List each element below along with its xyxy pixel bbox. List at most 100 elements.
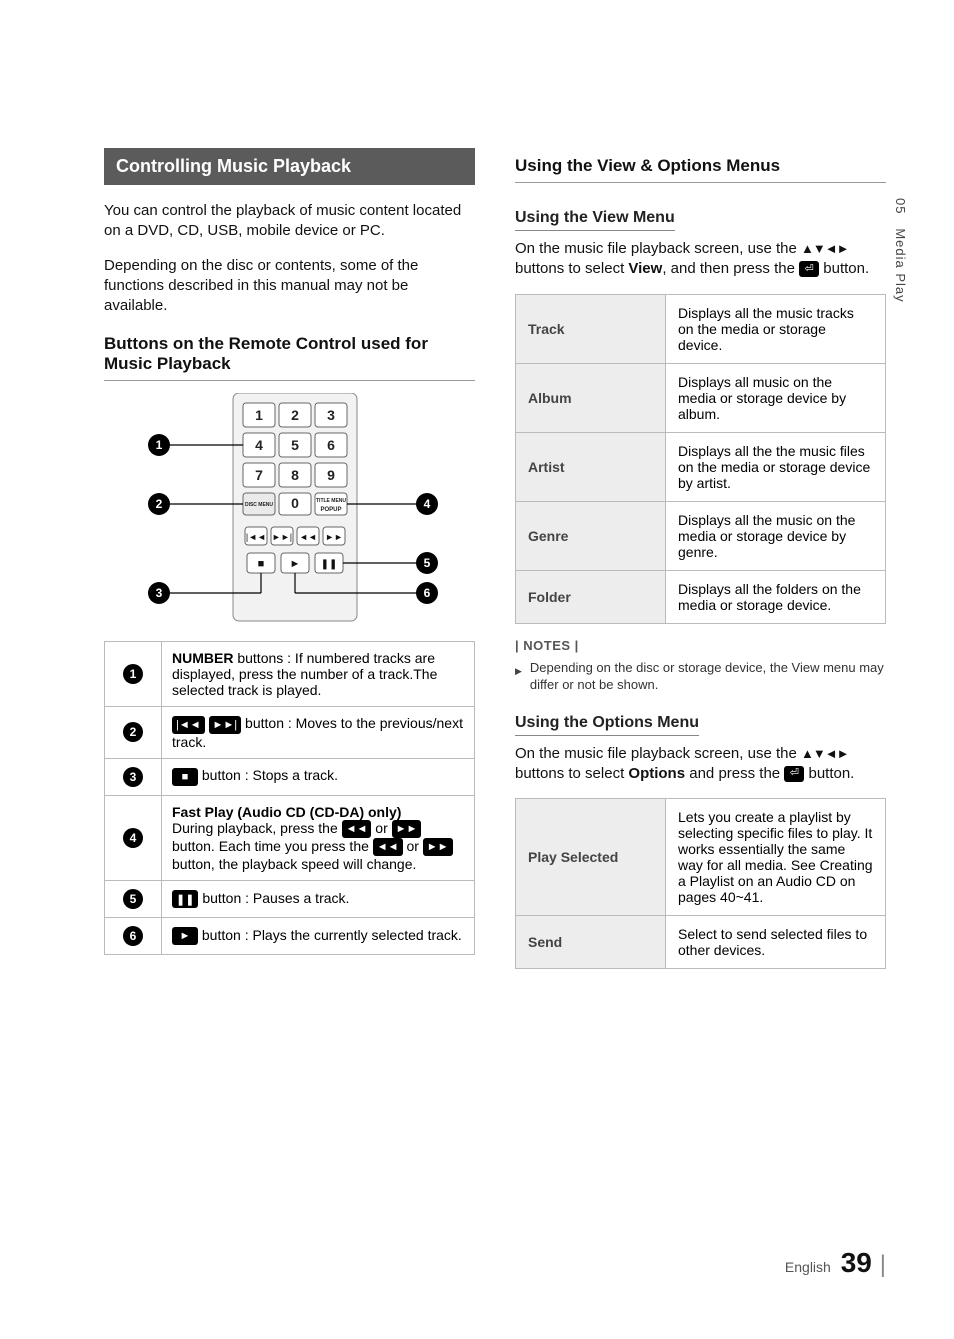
key-3: 3 [327, 407, 335, 423]
table-row: 6► button : Plays the currently selected… [105, 918, 475, 955]
row-number-cell: 6 [105, 918, 162, 955]
key-8: 8 [291, 467, 299, 483]
right-column: Using the View & Options Menus Using the… [515, 148, 886, 1339]
table-row: ArtistDisplays all the the music files o… [516, 432, 886, 501]
key-7: 7 [255, 467, 263, 483]
view-word: View [628, 260, 662, 277]
callout-5: 5 [423, 556, 430, 570]
view-desc-cell: Displays all the folders on the media or… [666, 570, 886, 623]
next-track-icon: ►►| [209, 716, 242, 734]
options-label-cell: Send [516, 916, 666, 969]
options-menu-table: Play SelectedLets you create a playlist … [515, 798, 886, 969]
row-number-cell: 1 [105, 642, 162, 707]
section-title: Controlling Music Playback [104, 148, 475, 185]
page-number: 39 [841, 1247, 872, 1278]
keypad-row-4: DISC MENU 0 TITLE MENU POPUP [243, 493, 347, 515]
row-number-badge: 1 [123, 664, 143, 684]
table-row: TrackDisplays all the music tracks on th… [516, 294, 886, 363]
pause-icon: ❚❚ [172, 890, 198, 908]
row-number-cell: 4 [105, 795, 162, 881]
key-9: 9 [327, 467, 335, 483]
view-intro-pre: On the music file playback screen, use t… [515, 240, 801, 257]
disc-menu-label: DISC MENU [244, 502, 272, 508]
rewind-icon: ◄◄ [342, 820, 372, 838]
dpad-arrows-icon: ▲▼◄► [801, 241, 848, 256]
callout-2: 2 [155, 497, 162, 511]
enter-icon: ⏎ [799, 261, 819, 277]
language-label: English [785, 1259, 831, 1275]
forward-icon: ►► [392, 820, 422, 838]
view-label-cell: Album [516, 363, 666, 432]
title-menu-label: TITLE MENU [316, 498, 346, 504]
remote-functions-table: 1 NUMBER buttons : If numbered tracks are… [104, 641, 475, 955]
view-intro-post: button. [819, 260, 869, 277]
chapter-number: 05 [893, 198, 908, 214]
row-number-badge: 2 [123, 722, 143, 742]
options-intro-mid: buttons to select [515, 765, 628, 782]
enter-icon-2: ⏎ [784, 766, 804, 782]
view-menu-intro: On the music file playback screen, use t… [515, 239, 886, 280]
dpad-arrows-icon-2: ▲▼◄► [801, 746, 848, 761]
row-description: NUMBER buttons : If numbered tracks are … [162, 642, 475, 707]
intro-paragraph-1: You can control the playback of music co… [104, 201, 475, 242]
row-number-cell: 2 [105, 707, 162, 758]
callout-4: 4 [423, 497, 430, 511]
play-icon: ► [172, 927, 198, 945]
key-6: 6 [327, 437, 335, 453]
view-label-cell: Artist [516, 432, 666, 501]
left-column: Controlling Music Playback You can contr… [104, 148, 475, 1339]
options-desc-cell: Lets you create a playlist by selecting … [666, 799, 886, 916]
view-menu-heading: Using the View Menu [515, 209, 675, 231]
row-description: ► button : Plays the currently selected … [162, 918, 475, 955]
remote-diagram: 1 2 3 4 5 6 7 8 9 DISC MEN [104, 393, 475, 623]
forward-key: ►► [325, 532, 343, 542]
chapter-title: Media Play [893, 228, 908, 302]
row-number-badge: 3 [123, 767, 143, 787]
options-desc-cell: Select to send selected files to other d… [666, 916, 886, 969]
note-text: Depending on the disc or storage device,… [530, 659, 886, 694]
pause-key: ❚❚ [320, 559, 337, 570]
key-4: 4 [255, 437, 263, 453]
key-2: 2 [291, 407, 299, 423]
row-description: |◄◄ ►►| button : Moves to the previous/n… [162, 707, 475, 758]
row-number-badge: 5 [123, 889, 143, 909]
table-row: 5❚❚ button : Pauses a track. [105, 881, 475, 918]
note-item: Depending on the disc or storage device,… [515, 659, 886, 694]
keypad-row-1: 1 2 3 [243, 403, 347, 427]
row-number-cell: 5 [105, 881, 162, 918]
options-intro-mid2: and press the [685, 765, 784, 782]
options-label-cell: Play Selected [516, 799, 666, 916]
next-track-key: ►►| [271, 532, 291, 542]
rewind-key: ◄◄ [299, 532, 317, 542]
intro-paragraph-2: Depending on the disc or contents, some … [104, 256, 475, 317]
rewind-icon-2: ◄◄ [373, 838, 403, 856]
key-1: 1 [255, 407, 263, 423]
view-intro-mid2: , and then press the [662, 260, 799, 277]
play-key: ► [289, 558, 300, 570]
table-row: Play SelectedLets you create a playlist … [516, 799, 886, 916]
view-desc-cell: Displays all the music on the media or s… [666, 501, 886, 570]
view-desc-cell: Displays all music on the media or stora… [666, 363, 886, 432]
row-number-cell: 3 [105, 758, 162, 795]
keypad-row-2: 4 5 6 [243, 433, 347, 457]
callout-3: 3 [155, 586, 162, 600]
view-options-heading: Using the View & Options Menus [515, 156, 886, 183]
table-row: 2 |◄◄ ►►| button : Moves to the previous/… [105, 707, 475, 758]
row-description: Fast Play (Audio CD (CD-DA) only)During … [162, 795, 475, 881]
remote-svg: 1 2 3 4 5 6 7 8 9 DISC MEN [125, 393, 455, 623]
key-5: 5 [291, 437, 299, 453]
view-label-cell: Track [516, 294, 666, 363]
view-intro-mid: buttons to select [515, 260, 628, 277]
keypad-row-3: 7 8 9 [243, 463, 347, 487]
view-label-cell: Genre [516, 501, 666, 570]
view-label-cell: Folder [516, 570, 666, 623]
table-row: SendSelect to send selected files to oth… [516, 916, 886, 969]
table-row: AlbumDisplays all music on the media or … [516, 363, 886, 432]
options-word: Options [628, 765, 685, 782]
footer-divider: | [880, 1251, 886, 1278]
view-desc-cell: Displays all the music tracks on the med… [666, 294, 886, 363]
prev-track-key: |◄◄ [245, 532, 265, 542]
callout-6: 6 [423, 586, 430, 600]
view-menu-table: TrackDisplays all the music tracks on th… [515, 294, 886, 624]
options-intro-pre: On the music file playback screen, use t… [515, 745, 801, 762]
